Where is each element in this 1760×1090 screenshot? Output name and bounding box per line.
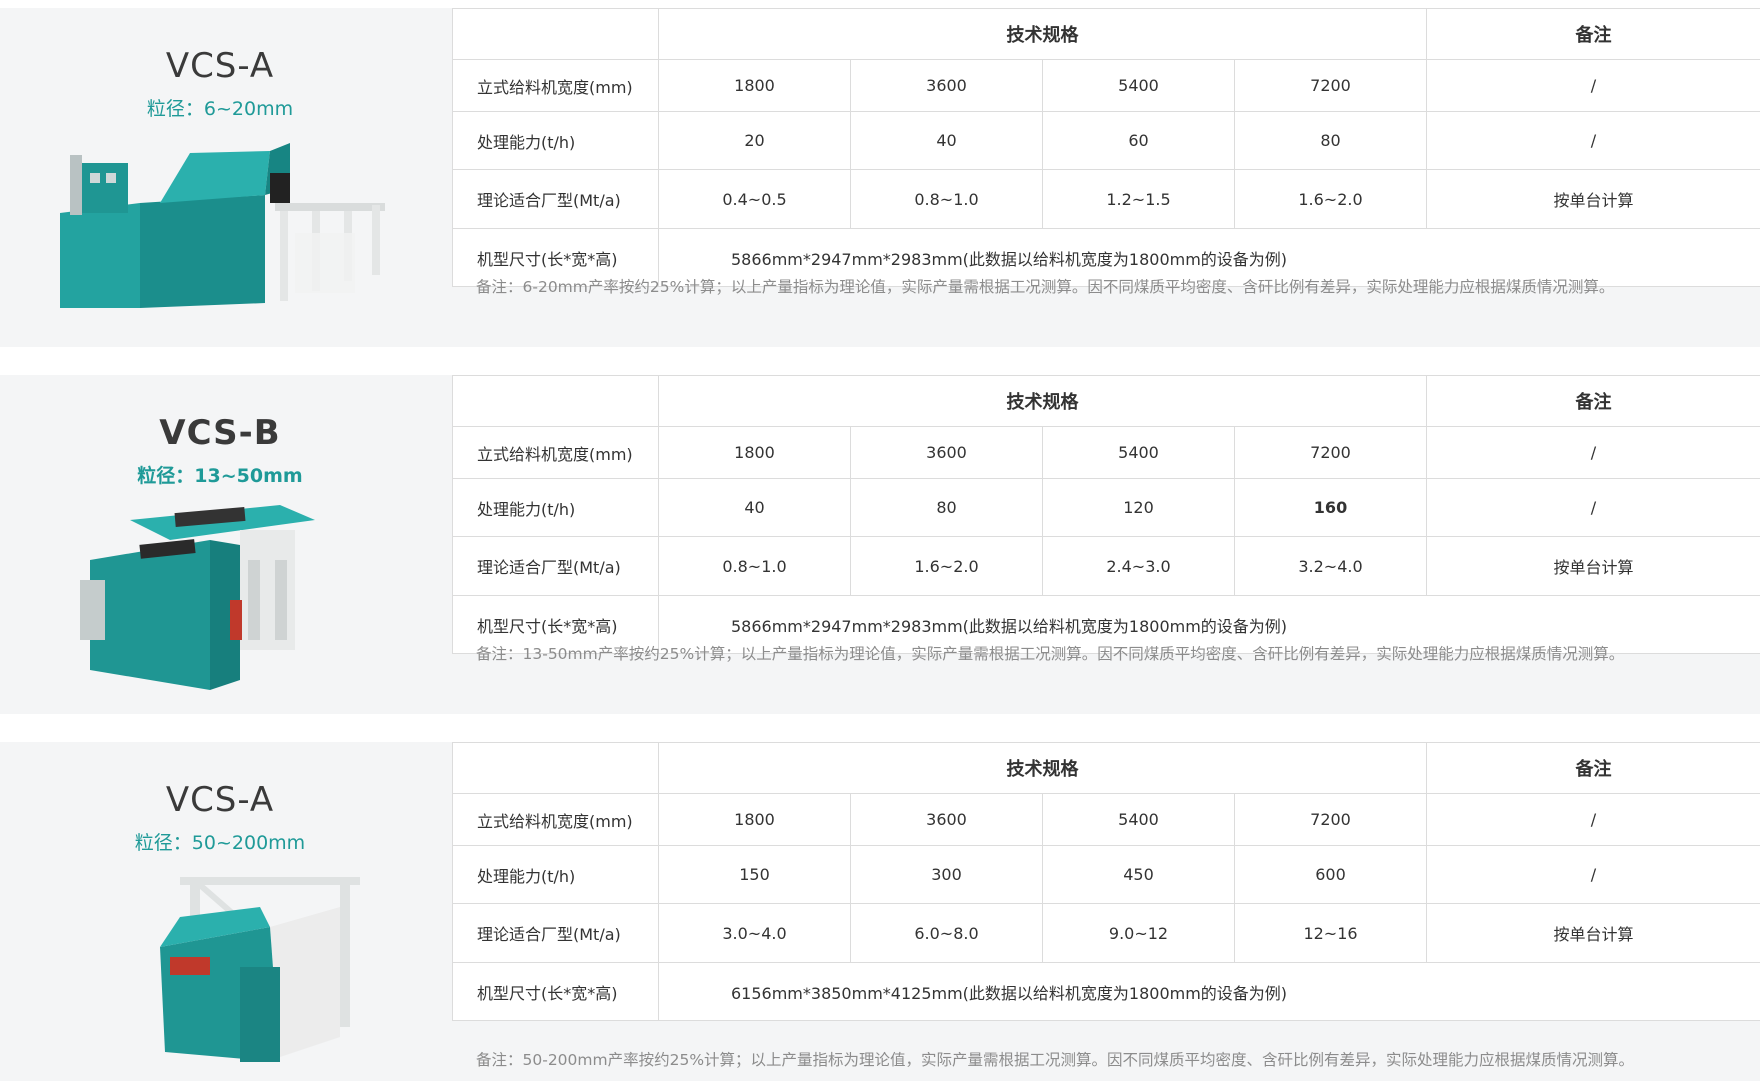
machine-image: [160, 877, 360, 1062]
cell: 1800: [658, 793, 851, 846]
spec-table-2: 技术规格 备注 立式给料机宽度(mm) 1800 3600 5400 7200 …: [452, 375, 1760, 654]
cell: 5400: [1042, 59, 1235, 112]
cell: 5400: [1042, 426, 1235, 479]
note-text: 备注：6-20mm产率按约25%计算；以上产量指标为理论值，实际产量需根据工况测…: [476, 278, 1615, 296]
machine-image: [80, 505, 315, 690]
model-name: VCS-B: [159, 413, 281, 453]
remark-cell: 按单台计算: [1426, 903, 1760, 963]
cell: 40: [658, 478, 851, 537]
cell: 20: [658, 111, 851, 170]
remark-cell: 按单台计算: [1426, 169, 1760, 229]
cell: 1.6~2.0: [1234, 169, 1427, 229]
cell: 1.2~1.5: [1042, 169, 1235, 229]
row-label: 处理能力(t/h): [452, 478, 659, 537]
cell: 3.0~4.0: [658, 903, 851, 963]
cell: 150: [658, 845, 851, 904]
grain-size: 粒径：6~20mm: [146, 98, 294, 120]
cell: 3600: [850, 426, 1043, 479]
blank-header: [452, 742, 659, 794]
cell: 3600: [850, 59, 1043, 112]
cell: 3600: [850, 793, 1043, 846]
remark-cell: /: [1426, 59, 1760, 112]
cell: 3.2~4.0: [1234, 536, 1427, 596]
cell: 0.8~1.0: [658, 536, 851, 596]
cell: 9.0~12: [1042, 903, 1235, 963]
cell: 2.4~3.0: [1042, 536, 1235, 596]
remark-cell: /: [1426, 845, 1760, 904]
cell: 7200: [1234, 426, 1427, 479]
remark-cell: /: [1426, 793, 1760, 846]
blank-header: [452, 375, 659, 427]
remark-header: 备注: [1426, 8, 1760, 60]
product-section-3: VCS-A 粒径：50~200mm 技术规格 备注 立式给料机宽度(mm) 18…: [0, 742, 1760, 1081]
row-label: 机型尺寸(长*宽*高): [452, 962, 659, 1021]
row-label: 处理能力(t/h): [452, 845, 659, 904]
product-info-3: VCS-A 粒径：50~200mm: [0, 742, 452, 1081]
cell: 6.0~8.0: [850, 903, 1043, 963]
cell: 300: [850, 845, 1043, 904]
spec-table-3: 技术规格 备注 立式给料机宽度(mm) 1800 3600 5400 7200 …: [452, 742, 1760, 1021]
cell: 450: [1042, 845, 1235, 904]
spec-header: 技术规格: [658, 8, 1427, 60]
model-name: VCS-A: [165, 46, 275, 86]
cell: 7200: [1234, 59, 1427, 112]
note-text: 备注：50-200mm产率按约25%计算；以上产量指标为理论值，实际产量需根据工…: [476, 1051, 1635, 1069]
grain-size: 粒径：50~200mm: [134, 832, 306, 854]
note-text: 备注：13-50mm产率按约25%计算；以上产量指标为理论值，实际产量需根据工况…: [476, 645, 1625, 663]
cell: 160: [1234, 478, 1427, 537]
row-label: 理论适合厂型(Mt/a): [452, 903, 659, 963]
remark-cell: /: [1426, 426, 1760, 479]
row-label: 立式给料机宽度(mm): [452, 59, 659, 112]
cell: 80: [1234, 111, 1427, 170]
cell: 0.8~1.0: [850, 169, 1043, 229]
cell: 600: [1234, 845, 1427, 904]
remark-cell: /: [1426, 111, 1760, 170]
row-label: 理论适合厂型(Mt/a): [452, 536, 659, 596]
cell: 0.4~0.5: [658, 169, 851, 229]
cell: 1.6~2.0: [850, 536, 1043, 596]
dimension-value: 6156mm*3850mm*4125mm(此数据以给料机宽度为1800mm的设备…: [658, 962, 1760, 1021]
row-label: 处理能力(t/h): [452, 111, 659, 170]
grain-size: 粒径：13~50mm: [137, 465, 303, 487]
cell: 1800: [658, 59, 851, 112]
cell: 12~16: [1234, 903, 1427, 963]
model-name: VCS-A: [165, 780, 275, 820]
cell: 1800: [658, 426, 851, 479]
row-label: 立式给料机宽度(mm): [452, 793, 659, 846]
row-label: 理论适合厂型(Mt/a): [452, 169, 659, 229]
spec-header: 技术规格: [658, 742, 1427, 794]
row-label: 立式给料机宽度(mm): [452, 426, 659, 479]
cell: 40: [850, 111, 1043, 170]
remark-header: 备注: [1426, 742, 1760, 794]
spec-header: 技术规格: [658, 375, 1427, 427]
spec-table-1: 技术规格 备注 立式给料机宽度(mm) 1800 3600 5400 7200 …: [452, 8, 1760, 287]
cell: 80: [850, 478, 1043, 537]
product-info-2: VCS-B 粒径：13~50mm: [0, 375, 452, 714]
remark-cell: /: [1426, 478, 1760, 537]
cell: 60: [1042, 111, 1235, 170]
product-section-1: VCS-A 粒径：6~20mm 技术规格 备注 立式给料机宽度(mm) 1800…: [0, 8, 1760, 347]
remark-cell: 按单台计算: [1426, 536, 1760, 596]
cell: 5400: [1042, 793, 1235, 846]
machine-image: [60, 143, 385, 308]
product-info-1: VCS-A 粒径：6~20mm: [0, 8, 452, 347]
product-section-2: VCS-B 粒径：13~50mm 技术规格 备注 立式给料机宽度(mm) 180…: [0, 375, 1760, 714]
blank-header: [452, 8, 659, 60]
cell: 7200: [1234, 793, 1427, 846]
remark-header: 备注: [1426, 375, 1760, 427]
cell: 120: [1042, 478, 1235, 537]
